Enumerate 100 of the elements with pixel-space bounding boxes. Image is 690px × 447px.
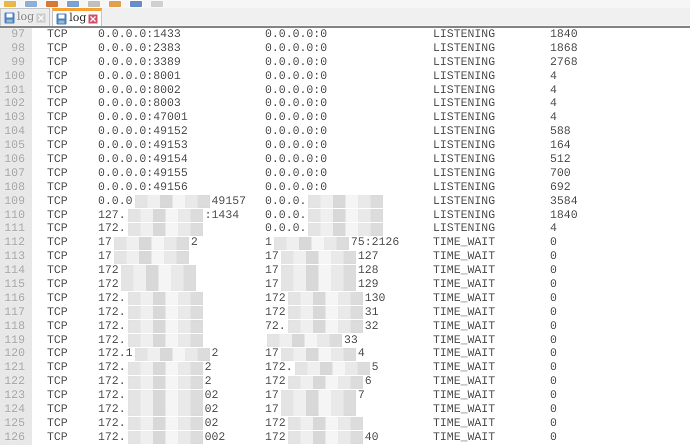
line-number: 121 xyxy=(0,361,32,376)
pid-text: 0 xyxy=(550,347,557,362)
foreign-address: 31 xyxy=(364,306,379,320)
local-address: 172. xyxy=(98,222,126,236)
foreign-address: 33 xyxy=(344,334,358,348)
line-number: 126 xyxy=(0,430,32,445)
state-text: LISTENING xyxy=(433,56,496,70)
foreign-address: 0.0.0.0:0 xyxy=(265,139,328,154)
local-address: 172. xyxy=(98,320,126,334)
protocol-text: TCP xyxy=(47,320,69,334)
state-text: TIME_WAIT xyxy=(433,250,496,264)
pid-text: 0 xyxy=(550,292,557,306)
local-address: 0.0.0.0:8001 xyxy=(98,70,181,84)
pid-text: 2768 xyxy=(550,56,578,70)
line-number: 102 xyxy=(0,97,32,112)
local-address: 0.0.0.0:47001 xyxy=(98,111,188,126)
line-number: 113 xyxy=(0,250,32,264)
local-address: 0.0.0 xyxy=(98,194,133,209)
foreign-address: 0.0.0.0:0 xyxy=(265,97,328,112)
foreign-address: 17 xyxy=(265,264,279,278)
foreign-address: 172 xyxy=(265,416,286,431)
foreign-address: 17 xyxy=(265,347,279,362)
local-address: 172 xyxy=(98,278,119,292)
foreign-address: 0.0.0.0:0 xyxy=(265,111,328,126)
line-number: 119 xyxy=(0,334,32,348)
pid-text: 0 xyxy=(550,236,557,250)
line-number: 112 xyxy=(0,236,32,250)
foreign-address: 0.0.0.0:0 xyxy=(265,153,328,167)
state-text: TIME_WAIT xyxy=(433,430,496,445)
local-address: 49157 xyxy=(212,194,246,209)
line-number: 97 xyxy=(0,28,32,42)
line-number: 123 xyxy=(0,389,32,404)
state-text: LISTENING xyxy=(433,153,496,167)
line-number: 109 xyxy=(0,194,32,209)
local-address: 0.0.0.0:49155 xyxy=(98,166,188,181)
line-number: 110 xyxy=(0,208,32,222)
local-address: 172 xyxy=(98,264,119,278)
line-number: 107 xyxy=(0,166,32,181)
foreign-address: 0.0.0.0:0 xyxy=(265,166,328,181)
local-address: 02 xyxy=(204,416,218,431)
pid-text: 588 xyxy=(550,125,571,140)
foreign-address: 0.0.0. xyxy=(265,208,306,222)
local-address: 172. xyxy=(98,292,126,306)
state-text: LISTENING xyxy=(433,194,496,209)
pid-text: 4 xyxy=(550,111,557,126)
pid-text: 0 xyxy=(550,361,557,376)
local-address: 2 xyxy=(190,236,198,250)
pid-text: 0 xyxy=(550,278,557,292)
local-address: 0.0.0.0:8003 xyxy=(98,97,181,112)
pid-text: 0 xyxy=(550,250,557,264)
foreign-address: 129 xyxy=(358,278,379,292)
pid-text: 4 xyxy=(550,222,557,236)
pid-text: 4 xyxy=(550,84,557,98)
local-address: :1434 xyxy=(204,208,240,222)
state-text: TIME_WAIT xyxy=(433,403,496,417)
state-text: LISTENING xyxy=(433,84,496,98)
file-tab[interactable]: log xyxy=(52,8,102,26)
pid-text: 164 xyxy=(550,139,571,154)
line-number: 120 xyxy=(0,347,32,362)
local-address: 172. xyxy=(98,430,126,445)
state-text: TIME_WAIT xyxy=(433,236,496,250)
protocol-text: TCP xyxy=(47,208,69,222)
line-number: 122 xyxy=(0,375,32,390)
foreign-address: 17 xyxy=(265,250,279,264)
state-text: LISTENING xyxy=(433,42,496,56)
protocol-text: TCP xyxy=(47,416,69,431)
foreign-address: 7 xyxy=(358,389,365,404)
foreign-address: 1 xyxy=(265,236,272,250)
foreign-address: 17 xyxy=(265,403,279,417)
foreign-address: 32 xyxy=(364,320,379,334)
foreign-address: 128 xyxy=(358,264,379,278)
state-text: TIME_WAIT xyxy=(433,389,496,404)
line-number: 100 xyxy=(0,70,32,84)
protocol-text: TCP xyxy=(47,139,69,154)
local-address: 0.0.0.0:8002 xyxy=(98,84,181,98)
foreign-address: 4 xyxy=(358,347,365,362)
local-address: 172. xyxy=(98,306,126,320)
line-number: 117 xyxy=(0,306,32,320)
foreign-address: 5 xyxy=(372,361,379,376)
pid-text: 0 xyxy=(550,389,557,404)
foreign-address: 0.0.0.0:0 xyxy=(265,42,328,56)
state-text: TIME_WAIT xyxy=(433,264,496,278)
local-address: 172. xyxy=(98,416,126,431)
line-number: 114 xyxy=(0,264,32,278)
local-address: 0.0.0.0:49154 xyxy=(98,153,188,167)
local-address: 02 xyxy=(204,403,218,417)
line-number: 98 xyxy=(0,42,32,56)
foreign-address: 17 xyxy=(265,278,279,292)
protocol-text: TCP xyxy=(47,97,69,112)
state-text: TIME_WAIT xyxy=(433,334,496,348)
protocol-text: TCP xyxy=(47,222,69,236)
local-address: 172. xyxy=(98,389,126,404)
pid-text: 4 xyxy=(550,70,557,84)
pid-text: 0 xyxy=(550,430,557,445)
line-number: 111 xyxy=(0,222,32,236)
line-number: 104 xyxy=(0,125,32,140)
pid-text: 0 xyxy=(550,375,557,390)
state-text: TIME_WAIT xyxy=(433,375,496,390)
line-number: 125 xyxy=(0,416,32,431)
pid-text: 0 xyxy=(550,320,557,334)
